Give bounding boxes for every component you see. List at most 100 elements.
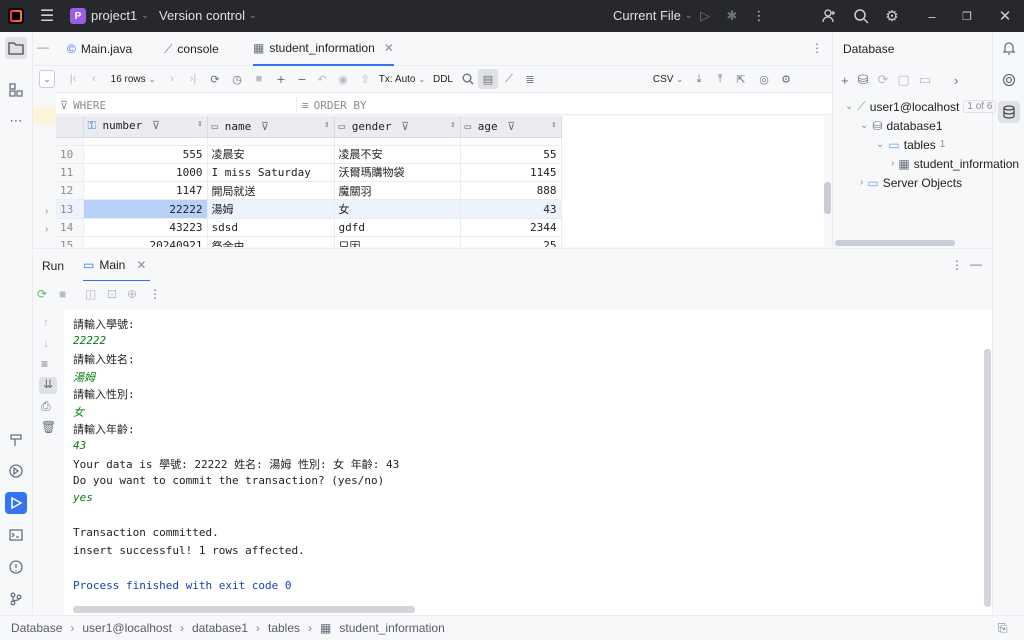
- run-config-selector[interactable]: Current File ⌄: [613, 8, 692, 23]
- rerun-icon[interactable]: ⟳: [37, 287, 47, 301]
- stop-icon[interactable]: ■: [248, 69, 270, 89]
- cell-name[interactable]: 凌晨安: [207, 145, 335, 164]
- upload-icon[interactable]: ⤒: [710, 69, 730, 89]
- column-filter-icon[interactable]: ⊽: [507, 120, 515, 133]
- column-header-number[interactable]: ⚿ number ⊽ ⇕: [83, 116, 208, 138]
- git-icon[interactable]: [5, 588, 27, 610]
- print-icon[interactable]: ⎙: [41, 399, 51, 414]
- soft-wrap-icon[interactable]: ≡: [41, 357, 48, 371]
- ddl-button[interactable]: DDL: [428, 69, 458, 89]
- cell-gender[interactable]: 只因: [334, 236, 461, 247]
- cell-gender[interactable]: 魔關羽: [334, 181, 461, 201]
- debug-icon[interactable]: ✱: [724, 8, 740, 24]
- cell-name[interactable]: 祭余由: [207, 236, 335, 247]
- run-tool-icon[interactable]: [5, 492, 27, 514]
- tree-item-server-objects[interactable]: › ▭ Server Objects: [860, 173, 962, 192]
- cell-name[interactable]: sdsd: [207, 218, 335, 237]
- grid-view-icon[interactable]: ▤: [478, 69, 498, 89]
- column-header-age[interactable]: ▭ age ⊽ ⇕: [460, 116, 562, 138]
- order-by-input[interactable]: ≡ ORDER BY: [302, 97, 602, 113]
- table-row[interactable]: 15 20240921 祭余由 只因 25: [56, 236, 562, 247]
- scroll-to-end-icon[interactable]: ⇊: [39, 377, 57, 394]
- cell-age[interactable]: 55: [460, 145, 562, 164]
- chevron-right-icon[interactable]: ›: [45, 224, 48, 235]
- jump-to-query-console-icon[interactable]: ▢: [897, 72, 909, 88]
- tree-item-connection[interactable]: ⌄ ⟋ user1@localhost 1 of 6: [845, 97, 997, 116]
- table-row[interactable]: 12 1147 開局就送 魔關羽 888: [56, 181, 562, 201]
- column-filter-icon[interactable]: ⊽: [152, 119, 160, 132]
- terminal-icon[interactable]: [5, 524, 27, 546]
- table-row-selected[interactable]: 13 22222 湯姆 女 43: [56, 199, 562, 219]
- problems-icon[interactable]: [5, 556, 27, 578]
- restore-icon[interactable]: ❐: [959, 8, 975, 24]
- build-hammer-icon[interactable]: [5, 429, 27, 451]
- tree-item-tables[interactable]: ⌄ ▭ tables 1: [876, 135, 945, 154]
- cell-name[interactable]: 開局就送: [207, 181, 335, 201]
- database-tool-icon[interactable]: [998, 101, 1020, 123]
- cell-number[interactable]: 20240921: [83, 236, 208, 247]
- grid-settings-icon[interactable]: ⚙: [776, 69, 796, 89]
- structure-icon[interactable]: [5, 79, 27, 101]
- close-icon[interactable]: ✕: [997, 7, 1013, 25]
- editor-gutter-collapse[interactable]: —: [37, 40, 49, 54]
- last-page-icon[interactable]: ›|: [182, 69, 204, 89]
- tree-item-student-information[interactable]: › ▦ student_information: [891, 154, 1019, 173]
- next-page-icon[interactable]: ›: [162, 69, 182, 89]
- cell-age[interactable]: 2344: [460, 218, 562, 237]
- console-horizontal-scrollbar[interactable]: [73, 606, 415, 613]
- db-horizontal-scrollbar[interactable]: [835, 240, 955, 246]
- run-toolbar-more-icon[interactable]: ⋮: [149, 287, 161, 301]
- preview-changes-icon[interactable]: ◉: [332, 69, 354, 89]
- stop-icon[interactable]: ■: [59, 287, 66, 301]
- text-view-icon[interactable]: ≣: [520, 69, 540, 89]
- tabs-more-icon[interactable]: ⋮: [811, 41, 823, 55]
- cell-gender[interactable]: 凌晨不安: [334, 145, 461, 164]
- services-icon[interactable]: [5, 460, 27, 482]
- cell-name[interactable]: 湯姆: [207, 199, 335, 219]
- vcs-selector[interactable]: Version control ⌄: [159, 8, 257, 23]
- cell-age[interactable]: 1145: [460, 163, 562, 183]
- scroll-down-icon[interactable]: ↓: [43, 336, 49, 350]
- table-row[interactable]: [56, 137, 562, 146]
- minimize-icon[interactable]: –: [924, 8, 940, 24]
- breadcrumb-item[interactable]: student_information: [339, 621, 444, 635]
- cell-number[interactable]: 43223: [83, 218, 208, 237]
- search-icon[interactable]: [458, 69, 478, 89]
- submit-icon[interactable]: ⇧: [354, 69, 376, 89]
- settings-gear-icon[interactable]: ⚙: [883, 7, 901, 25]
- cell-age[interactable]: 888: [460, 181, 562, 201]
- more-vertical-icon[interactable]: ⋮: [752, 8, 766, 24]
- notifications-bell-icon[interactable]: [998, 37, 1020, 59]
- add-row-icon[interactable]: +: [270, 69, 292, 89]
- tab-main-java[interactable]: © Main.java: [67, 32, 132, 66]
- column-filter-icon[interactable]: ⊽: [261, 120, 269, 133]
- table-editor-icon[interactable]: ▭: [919, 72, 931, 88]
- delete-row-icon[interactable]: −: [292, 69, 312, 89]
- screenshot-icon[interactable]: ◫: [85, 287, 96, 301]
- close-tab-icon[interactable]: ✕: [384, 41, 394, 55]
- tab-student-information[interactable]: ▦ student_information ✕: [253, 32, 394, 66]
- clear-trash-icon[interactable]: 🗑: [41, 420, 56, 434]
- cell-age[interactable]: 25: [460, 236, 562, 247]
- project-selector[interactable]: project1 ⌄: [91, 8, 149, 23]
- close-tab-icon[interactable]: ✕: [136, 258, 146, 272]
- run-more-icon[interactable]: ⋮: [951, 258, 963, 272]
- tab-run-main[interactable]: ▭ Main ✕: [83, 249, 151, 282]
- ai-assistant-icon[interactable]: [998, 69, 1020, 91]
- lock-icon[interactable]: ⎘: [998, 621, 1008, 636]
- add-user-icon[interactable]: [820, 7, 838, 25]
- sort-arrows-icon[interactable]: ⇕: [551, 120, 556, 130]
- grid-vertical-scrollbar[interactable]: [824, 182, 831, 214]
- tree-item-database1[interactable]: ⌄ ⛁ database1: [860, 116, 943, 135]
- breadcrumb-item[interactable]: tables: [268, 621, 300, 635]
- search-icon[interactable]: [852, 7, 870, 25]
- revert-icon[interactable]: ↶: [312, 69, 332, 89]
- previous-page-icon[interactable]: ‹: [84, 69, 104, 89]
- cell-gender[interactable]: gdfd: [334, 218, 461, 237]
- run-minimize-icon[interactable]: —: [970, 257, 982, 271]
- data-source-properties-icon[interactable]: ⛁: [858, 72, 869, 88]
- cell-number[interactable]: 555: [83, 145, 208, 164]
- column-filter-icon[interactable]: ⊽: [401, 120, 409, 133]
- cell-number[interactable]: 1000: [83, 163, 208, 183]
- cell-name[interactable]: I miss Saturday: [207, 163, 335, 183]
